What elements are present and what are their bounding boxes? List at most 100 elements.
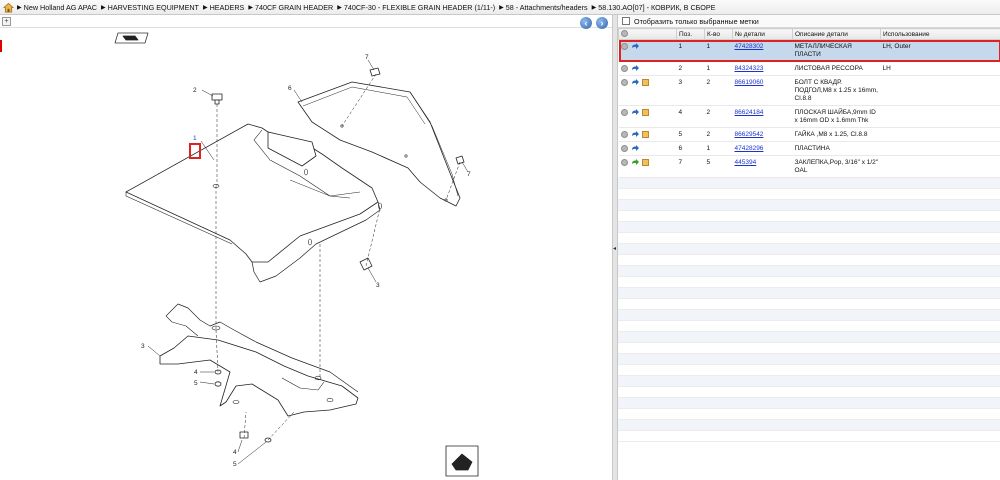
empty-row bbox=[618, 431, 1000, 442]
add-to-cart-arrow-icon[interactable] bbox=[631, 145, 639, 152]
row-select-icon[interactable] bbox=[620, 65, 628, 72]
empty-rows bbox=[618, 178, 1000, 442]
callout-label: 7 bbox=[365, 54, 369, 61]
header-usage[interactable]: Использование bbox=[880, 28, 1000, 40]
exploded-parts-diagram[interactable]: 2 7 7 6 3 3 4 5 4 5 1 bbox=[0, 15, 612, 480]
table-row[interactable]: 5 2 86629542 ГАЙКА ,M8 x 1.25, Cl.8.8 bbox=[618, 127, 1000, 142]
cell-pos: 7 bbox=[676, 155, 705, 178]
package-icon[interactable] bbox=[641, 131, 649, 138]
empty-row bbox=[618, 178, 1000, 189]
cell-part-number: 86629542 bbox=[732, 127, 793, 142]
add-to-cart-arrow-icon[interactable] bbox=[631, 159, 639, 166]
cell-description: БОЛТ С КВАДР. ПОДГОЛ,M8 x 1.25 x 16mm, C… bbox=[792, 75, 881, 106]
row-actions bbox=[618, 105, 677, 128]
callout-label: 6 bbox=[288, 85, 292, 92]
header-qty[interactable]: К-во bbox=[704, 28, 733, 40]
row-select-icon[interactable] bbox=[620, 79, 628, 86]
table-row[interactable]: 3 2 86619060 БОЛТ С КВАДР. ПОДГОЛ,M8 x 1.25… bbox=[618, 75, 1000, 106]
cell-qty: 5 bbox=[704, 155, 733, 178]
cell-usage bbox=[880, 155, 1000, 178]
collapse-arrow-icon[interactable]: ◂ bbox=[613, 243, 617, 255]
header-pos[interactable]: Поз. bbox=[676, 28, 705, 40]
part-number-link[interactable]: 86629542 bbox=[735, 131, 764, 138]
washer-icon bbox=[214, 369, 222, 387]
parts-table: Поз. К-во № детали Описание детали Испол… bbox=[618, 28, 1000, 178]
part-number-link[interactable]: 86619060 bbox=[735, 79, 764, 86]
cell-usage: LH, Outer bbox=[880, 39, 1000, 62]
callout-label: 7 bbox=[467, 171, 471, 178]
cell-qty: 2 bbox=[704, 75, 733, 106]
cell-usage bbox=[880, 141, 1000, 156]
parts-list-panel: Отобразить только выбранные метки Поз. К… bbox=[618, 15, 1000, 480]
part-number-link[interactable]: 84324323 bbox=[735, 65, 764, 72]
empty-row bbox=[618, 387, 1000, 398]
header-part-number[interactable]: № детали bbox=[732, 28, 793, 40]
table-row[interactable]: 2 1 84324323 ЛИСТОВАЯ РЕССОРА LH bbox=[618, 61, 1000, 76]
add-to-cart-arrow-icon[interactable] bbox=[631, 109, 639, 116]
breadcrumb-item[interactable]: ▶ 740CF-30 - FLEXIBLE GRAIN HEADER (1/11-… bbox=[337, 3, 495, 12]
breadcrumb-item[interactable]: ▶ HARVESTING EQUIPMENT bbox=[101, 3, 199, 12]
filter-label: Отобразить только выбранные метки bbox=[634, 16, 759, 26]
callout-label: 3 bbox=[376, 282, 380, 289]
filter-bar: Отобразить только выбранные метки bbox=[618, 15, 1000, 28]
add-to-cart-arrow-icon[interactable] bbox=[631, 43, 639, 50]
part-number-link[interactable]: 47428302 bbox=[735, 43, 764, 50]
cell-part-number: 86619060 bbox=[732, 75, 793, 106]
breadcrumb-item[interactable]: ▶ 58 - Attachments/headers bbox=[499, 3, 588, 12]
table-row[interactable]: 7 5 445394 ЗАКЛЕПКА,Pop, 3/16" x 1/2" OAL bbox=[618, 155, 1000, 178]
cell-description: ГАЙКА ,M8 x 1.25, Cl.8.8 bbox=[792, 127, 881, 142]
header-select-all[interactable] bbox=[618, 28, 677, 40]
cell-usage bbox=[880, 127, 1000, 142]
breadcrumb-item[interactable]: ▶ New Holland AG APAC bbox=[17, 3, 97, 12]
cell-part-number: 445394 bbox=[732, 155, 793, 178]
empty-row bbox=[618, 189, 1000, 200]
row-select-icon[interactable] bbox=[620, 145, 628, 152]
cell-description: ПЛОСКАЯ ШАЙБА,9mm ID x 16mm OD x 1.6mm T… bbox=[792, 105, 881, 128]
breadcrumb-item[interactable]: ▶ 740CF GRAIN HEADER bbox=[248, 3, 333, 12]
row-actions bbox=[618, 155, 677, 178]
callout-label: 5 bbox=[194, 380, 198, 387]
row-actions bbox=[618, 141, 677, 156]
filter-checkbox[interactable] bbox=[622, 17, 630, 25]
table-row[interactable]: 4 2 86624184 ПЛОСКАЯ ШАЙБА,9mm ID x 16mm OD… bbox=[618, 105, 1000, 128]
cell-qty: 1 bbox=[704, 141, 733, 156]
row-select-icon[interactable] bbox=[620, 159, 628, 166]
empty-row bbox=[618, 299, 1000, 310]
empty-row bbox=[618, 376, 1000, 387]
add-to-cart-arrow-icon[interactable] bbox=[631, 79, 639, 86]
empty-row bbox=[618, 354, 1000, 365]
table-row[interactable]: 1 1 47428302 МЕТАЛЛИЧЕСКАЯ ПЛАСТИ LH, Outer bbox=[618, 39, 1000, 62]
part-number-link[interactable]: 47428296 bbox=[735, 145, 764, 152]
row-actions bbox=[618, 75, 677, 106]
cell-part-number: 86624184 bbox=[732, 105, 793, 128]
table-row[interactable]: 6 1 47428296 ПЛАСТИНА bbox=[618, 141, 1000, 156]
cell-description: ЗАКЛЕПКА,Pop, 3/16" x 1/2" OAL bbox=[792, 155, 881, 178]
cell-qty: 2 bbox=[704, 105, 733, 128]
cell-qty: 2 bbox=[704, 127, 733, 142]
package-icon[interactable] bbox=[641, 159, 649, 166]
cell-usage bbox=[880, 105, 1000, 128]
cell-part-number: 47428296 bbox=[732, 141, 793, 156]
callout-label-selected[interactable]: 1 bbox=[193, 135, 197, 142]
empty-row bbox=[618, 409, 1000, 420]
home-icon[interactable] bbox=[3, 2, 14, 13]
row-select-icon[interactable] bbox=[620, 131, 628, 138]
part-number-link[interactable]: 86624184 bbox=[735, 109, 764, 116]
row-select-icon[interactable] bbox=[620, 43, 628, 50]
rivet-icon bbox=[455, 155, 465, 165]
cell-description: ПЛАСТИНА bbox=[792, 141, 881, 156]
add-to-cart-arrow-icon[interactable] bbox=[631, 131, 639, 138]
row-select-icon[interactable] bbox=[620, 109, 628, 116]
row-actions bbox=[618, 61, 677, 76]
package-icon[interactable] bbox=[641, 79, 649, 86]
header-description[interactable]: Описание детали bbox=[792, 28, 881, 40]
bolt-icon bbox=[211, 93, 223, 105]
empty-row bbox=[618, 255, 1000, 266]
package-icon[interactable] bbox=[641, 109, 649, 116]
part-number-link[interactable]: 445394 bbox=[735, 159, 757, 166]
cell-usage: LH bbox=[880, 61, 1000, 76]
add-to-cart-arrow-icon[interactable] bbox=[631, 65, 639, 72]
cell-qty: 1 bbox=[704, 61, 733, 76]
breadcrumb-item[interactable]: ▶ HEADERS bbox=[203, 3, 244, 12]
table-header: Поз. К-во № детали Описание детали Испол… bbox=[618, 28, 1000, 40]
